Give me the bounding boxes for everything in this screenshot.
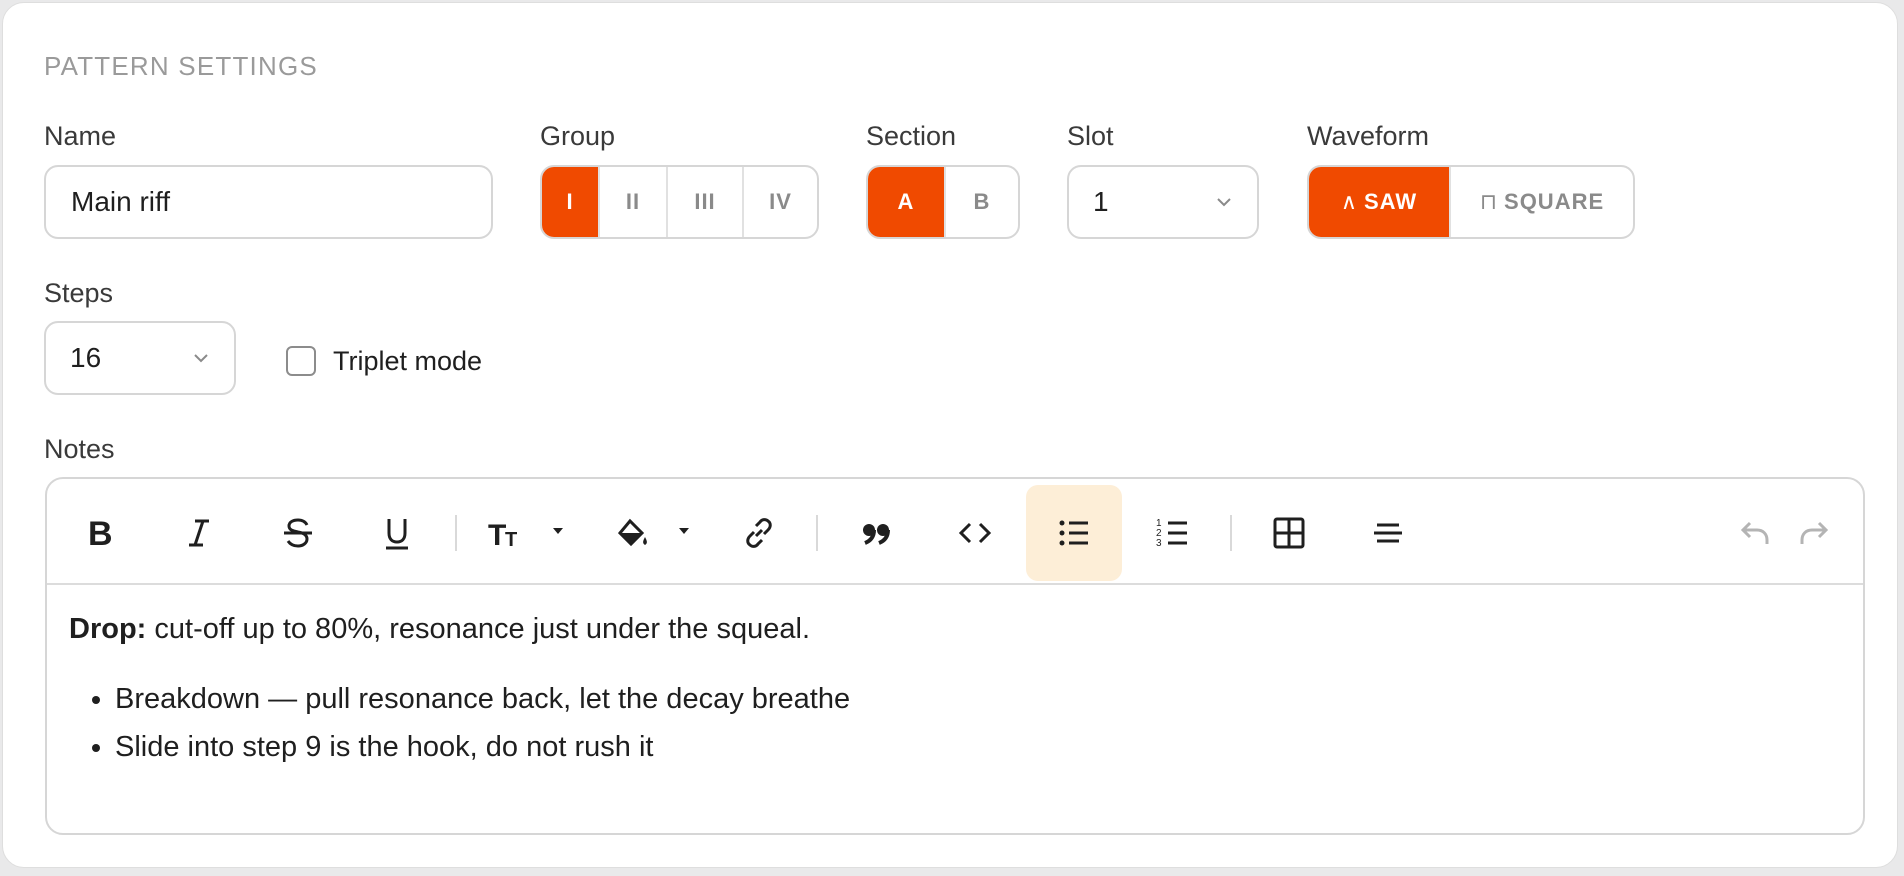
section-label: Section [866,121,957,151]
waveform-option-saw[interactable]: ∧ SAW [1309,167,1449,237]
code-icon [958,522,992,544]
group-segmented-control: I II III IV [540,165,819,239]
bullet-list-button[interactable] [1026,485,1122,581]
quote-button[interactable] [828,485,924,581]
table-icon [1273,517,1305,549]
quote-icon [863,524,890,545]
waveform-option-square[interactable]: ⊓ SQUARE [1449,167,1633,237]
bold-icon: B [88,515,113,551]
waveform-option-square-label: SQUARE [1504,189,1605,214]
align-center-icon [1374,523,1402,543]
name-label: Name [44,121,117,151]
pattern-settings-card: PATTERN SETTINGS Name Main riff Group I … [2,2,1898,868]
square-wave-icon: ⊓ [1479,189,1499,214]
editor-toolbar: B TT 1 2 3 [47,479,1863,585]
waveform-segmented-control: ∧ SAW ⊓ SQUARE [1307,165,1635,239]
fill-color-icon [617,518,647,547]
svg-text:T: T [488,519,506,551]
notes-content[interactable]: Drop: cut-off up to 80%, resonance just … [69,605,1841,771]
redo-button[interactable] [1766,485,1862,581]
notes-bullet-list: Breakdown — pull resonance back, let the… [69,675,1841,771]
notes-paragraph-bold: Drop: [69,613,147,645]
strikethrough-icon [284,518,312,548]
svg-text:T: T [505,529,517,551]
section-segmented-control: A B [866,165,1020,239]
saw-wave-icon: ∧ [1340,189,1358,214]
slot-label: Slot [1067,121,1114,151]
italic-button[interactable] [151,485,247,581]
list-item: Slide into step 9 is the hook, do not ru… [115,723,1841,771]
steps-select-value: 16 [70,342,102,373]
svg-text:B: B [88,515,113,551]
text-size-button[interactable]: TT [466,485,546,581]
redo-icon [1800,521,1829,544]
list-item: Breakdown — pull resonance back, let the… [115,675,1841,723]
caret-down-icon[interactable] [553,528,563,534]
toolbar-separator [1230,515,1232,551]
link-button[interactable] [711,485,807,581]
chevron-down-icon [194,354,208,363]
name-input[interactable]: Main riff [44,165,493,239]
notes-label: Notes [44,434,115,464]
code-button[interactable] [927,485,1023,581]
group-option-ii[interactable]: II [598,167,666,237]
waveform-label: Waveform [1307,121,1430,151]
text-size-icon: TT [488,519,517,551]
underline-button[interactable] [349,485,445,581]
group-option-i[interactable]: I [542,167,598,237]
toolbar-separator [455,515,457,551]
numbered-list-button[interactable]: 123 [1125,485,1221,581]
fill-color-button[interactable] [592,485,672,581]
underline-icon [386,519,408,550]
steps-select[interactable]: 16 [44,321,236,395]
group-label: Group [540,121,616,151]
slot-select-value: 1 [1093,186,1109,217]
table-button[interactable] [1241,485,1337,581]
align-center-button[interactable] [1340,485,1436,581]
toolbar-separator [816,515,818,551]
strikethrough-button[interactable] [250,485,346,581]
chevron-down-icon [1217,198,1231,207]
section-title: PATTERN SETTINGS [44,51,318,81]
notes-editor: B TT 1 2 3 Drop: cut-off up to 80%, reso… [45,477,1865,835]
section-option-b[interactable]: B [944,167,1018,237]
triplet-mode-checkbox[interactable] [286,346,316,376]
triplet-mode-label: Triplet mode [333,346,483,376]
steps-label: Steps [44,278,114,308]
caret-down-icon[interactable] [679,528,689,534]
notes-paragraph: Drop: cut-off up to 80%, resonance just … [69,605,1841,653]
section-option-a[interactable]: A [868,167,944,237]
bold-button[interactable]: B [52,485,148,581]
bullet-list-icon [1059,520,1088,546]
link-icon [746,518,772,548]
group-option-iv[interactable]: IV [742,167,817,237]
svg-text:3: 3 [1156,538,1162,549]
waveform-option-saw-label: SAW [1363,189,1418,214]
numbered-list-icon: 123 [1156,518,1187,549]
slot-select[interactable]: 1 [1067,165,1259,239]
italic-icon [189,519,209,547]
group-option-iii[interactable]: III [666,167,742,237]
notes-paragraph-text: cut-off up to 80%, resonance just under … [146,613,811,645]
name-input-value: Main riff [71,186,171,217]
